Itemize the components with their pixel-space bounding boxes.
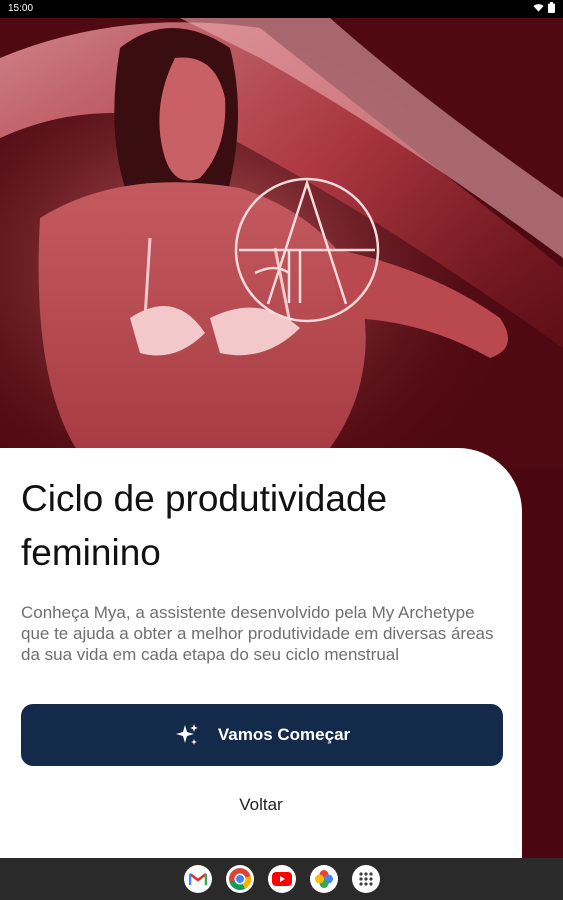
battery-icon xyxy=(548,2,555,13)
status-bar: 15:00 xyxy=(0,0,563,18)
hero-image xyxy=(0,18,563,468)
status-icons xyxy=(533,2,555,13)
gmail-icon[interactable] xyxy=(183,865,212,893)
wifi-icon xyxy=(533,3,544,12)
page-description: Conheça Mya, a assistente desenvolvido p… xyxy=(21,603,494,664)
get-started-button[interactable]: Vamos Começar xyxy=(21,704,503,766)
page-title: Ciclo de produtividade feminino xyxy=(21,478,388,573)
chrome-icon[interactable] xyxy=(225,865,254,893)
back-button[interactable]: Voltar xyxy=(0,795,522,815)
app-drawer-icon[interactable] xyxy=(351,865,380,893)
sparkles-icon xyxy=(175,724,198,745)
get-started-label: Vamos Começar xyxy=(217,725,351,744)
status-time: 15:00 xyxy=(8,3,34,14)
hero-photo xyxy=(0,18,563,468)
photos-icon[interactable] xyxy=(309,865,338,893)
taskbar xyxy=(0,858,563,900)
youtube-icon[interactable] xyxy=(267,865,296,893)
